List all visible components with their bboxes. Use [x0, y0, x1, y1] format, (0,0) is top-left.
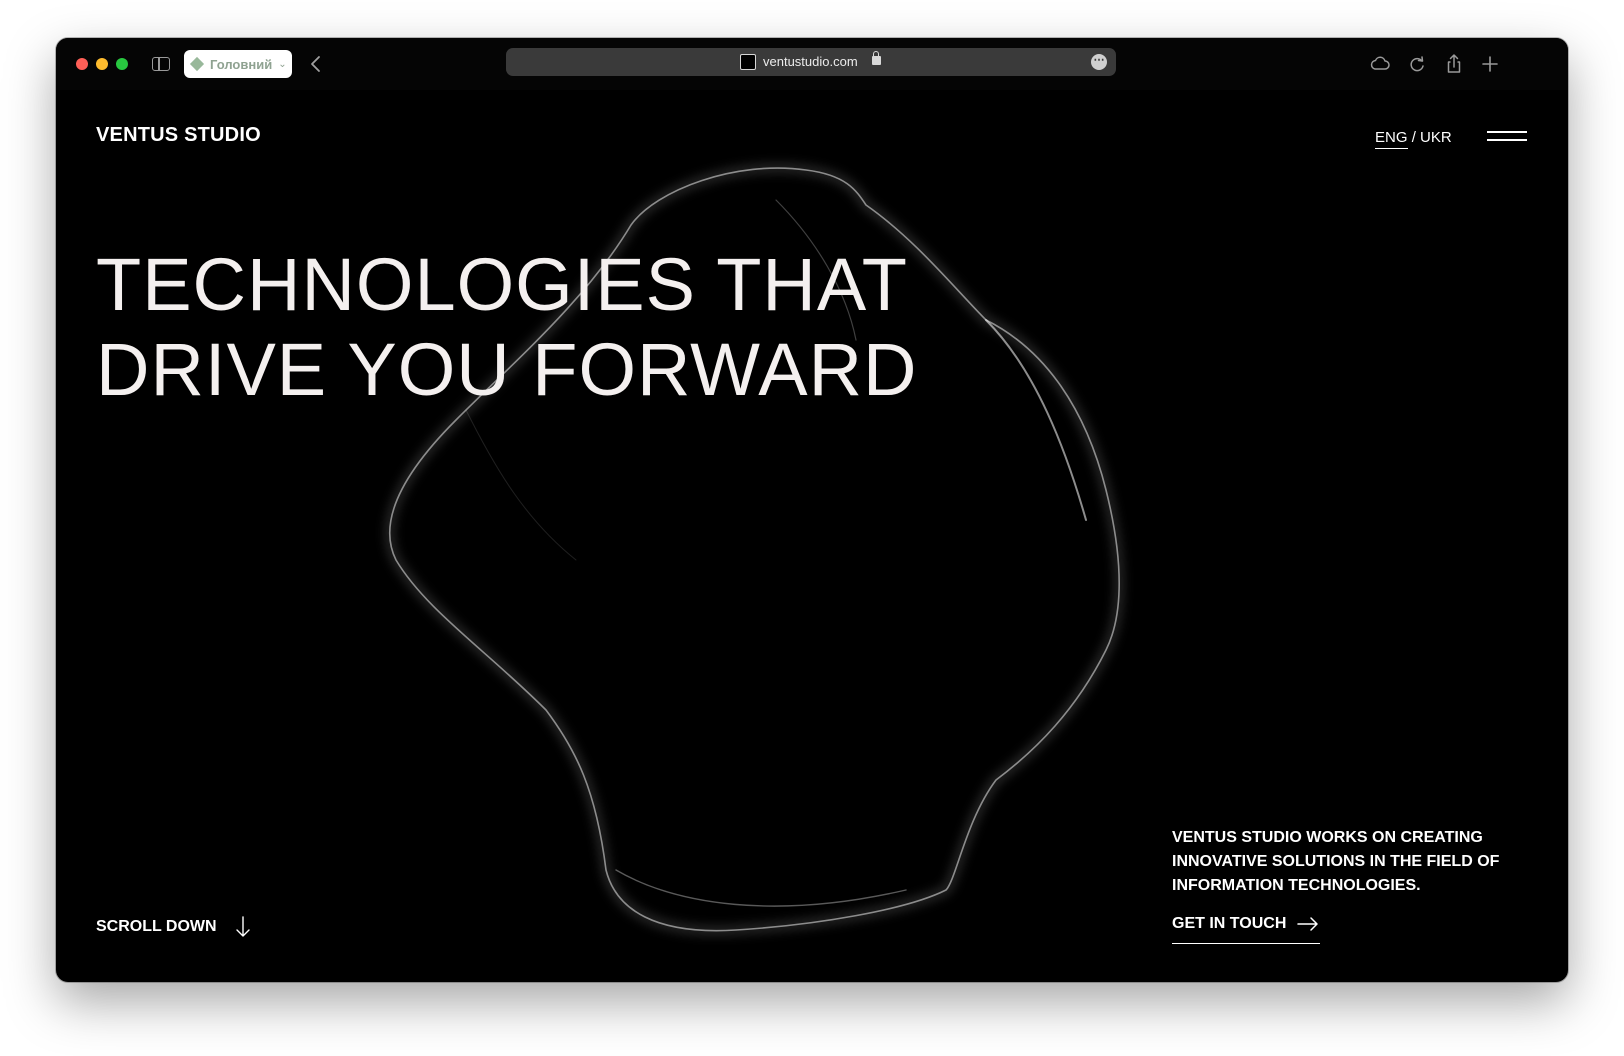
arrow-right-icon: [1297, 917, 1319, 931]
scroll-down-button[interactable]: SCROLL DOWN: [96, 915, 251, 939]
lock-icon: [872, 51, 881, 65]
address-bar[interactable]: ventustudio.com ⋯: [506, 48, 1116, 76]
tab-group-button[interactable]: Головний ⌄: [184, 50, 292, 78]
language-switcher: ENG / UKR: [1375, 129, 1452, 149]
close-window-button[interactable]: [76, 58, 88, 70]
cloud-icon[interactable]: [1368, 52, 1392, 76]
browser-window: Головний ⌄ ventustudio.com ⋯ VENTUS STUD…: [56, 38, 1568, 982]
diamond-icon: [189, 56, 205, 72]
chevron-down-icon: ⌄: [278, 58, 287, 70]
site-favicon-icon: [740, 54, 756, 70]
hamburger-icon[interactable]: [1487, 131, 1527, 143]
tab-group-label: Головний: [210, 56, 273, 72]
arrow-down-icon: [235, 916, 250, 937]
minimize-window-button[interactable]: [96, 58, 108, 70]
share-icon[interactable]: [1442, 52, 1466, 76]
reload-icon[interactable]: [1405, 52, 1429, 76]
lang-ukr-link[interactable]: UKR: [1420, 129, 1452, 146]
ellipsis-icon[interactable]: ⋯: [1091, 54, 1107, 70]
headline-line-2: DRIVE YOU FORWARD: [96, 328, 918, 411]
get-in-touch-link[interactable]: GET IN TOUCH: [1172, 915, 1321, 944]
browser-toolbar: Головний ⌄ ventustudio.com ⋯: [56, 38, 1568, 90]
headline-line-1: TECHNOLOGIES THAT: [96, 243, 908, 326]
lang-separator: /: [1411, 129, 1416, 146]
url-text: ventustudio.com: [763, 54, 858, 69]
sidebar-toggle-icon[interactable]: [152, 57, 170, 71]
zoom-window-button[interactable]: [116, 58, 128, 70]
plus-icon[interactable]: [1478, 52, 1502, 76]
studio-description: VENTUS STUDIO WORKS ON CREATING INNOVATI…: [1172, 829, 1500, 894]
hero-headline: TECHNOLOGIES THAT DRIVE YOU FORWARD: [96, 242, 918, 412]
scroll-down-label: SCROLL DOWN: [96, 918, 217, 935]
get-in-touch-label: GET IN TOUCH: [1172, 915, 1287, 932]
back-button[interactable]: [306, 54, 326, 74]
site-logo[interactable]: VENTUS STUDIO: [96, 124, 261, 147]
lang-eng-link[interactable]: ENG: [1375, 129, 1408, 149]
